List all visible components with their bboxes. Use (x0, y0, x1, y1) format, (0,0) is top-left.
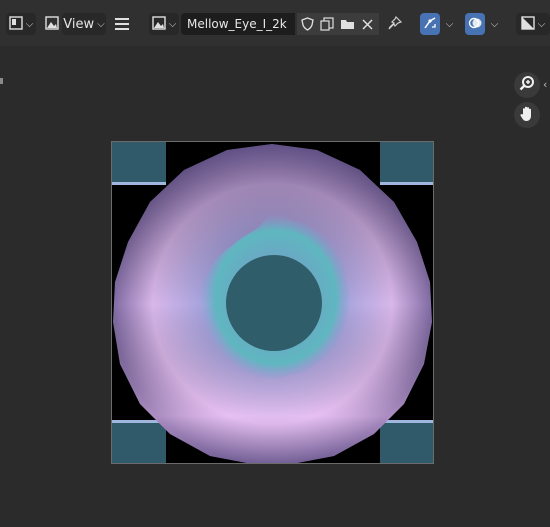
chevron-down-icon: ⌵ (445, 18, 454, 30)
corner-tile-bottom-left (112, 421, 166, 463)
header-menu-button[interactable] (112, 13, 132, 35)
overlay-dropdown[interactable]: ⌵ (486, 13, 500, 35)
menu-icon (115, 15, 129, 34)
chevron-down-icon: ⌵ (490, 18, 499, 30)
image-datablock-buttons (297, 13, 379, 35)
eye-texture-image (112, 142, 433, 464)
chevron-down-icon: ⌵ (97, 18, 105, 30)
pin-button[interactable] (385, 13, 405, 35)
overlay-icon (468, 15, 482, 34)
zoom-icon (519, 75, 535, 95)
image-name-field[interactable]: Mellow_Eye_I_2k (181, 13, 295, 35)
folder-icon[interactable] (337, 13, 357, 35)
image-editor-header: ⌵ View ⌵ ⌵ Mellow_Eye_I_2k ⌵ ⌵ ⌵ (0, 0, 550, 46)
hand-icon (519, 105, 535, 126)
zoom-tool-button[interactable] (514, 72, 540, 98)
corner-tile-top-left (112, 142, 166, 183)
pin-icon (388, 15, 403, 34)
pupil-circle (226, 255, 322, 351)
overlay-button[interactable] (465, 13, 485, 35)
view-mode-button[interactable] (42, 13, 62, 35)
shield-icon[interactable] (297, 13, 317, 35)
corner-tile-bottom-right (380, 421, 433, 463)
image-browse-icon (152, 15, 166, 34)
pan-tool-button[interactable] (514, 102, 540, 128)
display-channels-icon (521, 15, 535, 34)
chevron-down-icon: ⌵ (25, 18, 34, 30)
uv-sync-icon (423, 15, 437, 34)
close-icon[interactable] (357, 13, 377, 35)
image-mode-icon (45, 15, 59, 34)
image-browse-button[interactable]: ⌵ (149, 13, 179, 35)
display-channels-button[interactable]: ⌵ (516, 13, 550, 35)
uv-sync-button[interactable] (420, 13, 440, 35)
editor-type-button[interactable]: ⌵ (6, 13, 36, 35)
region-edge-marker (0, 78, 3, 84)
image-editor-icon (9, 15, 23, 34)
chevron-down-icon: ⌵ (537, 18, 546, 30)
sidebar-toggle-icon[interactable]: ‹ (543, 78, 547, 91)
duplicate-icon[interactable] (317, 13, 337, 35)
view-menu[interactable]: View ⌵ (62, 13, 106, 35)
corner-tile-top-right (380, 142, 433, 183)
uv-sync-dropdown[interactable]: ⌵ (441, 13, 455, 35)
image-canvas[interactable] (111, 141, 434, 464)
chevron-down-icon: ⌵ (168, 18, 177, 30)
view-menu-label: View (63, 16, 95, 32)
